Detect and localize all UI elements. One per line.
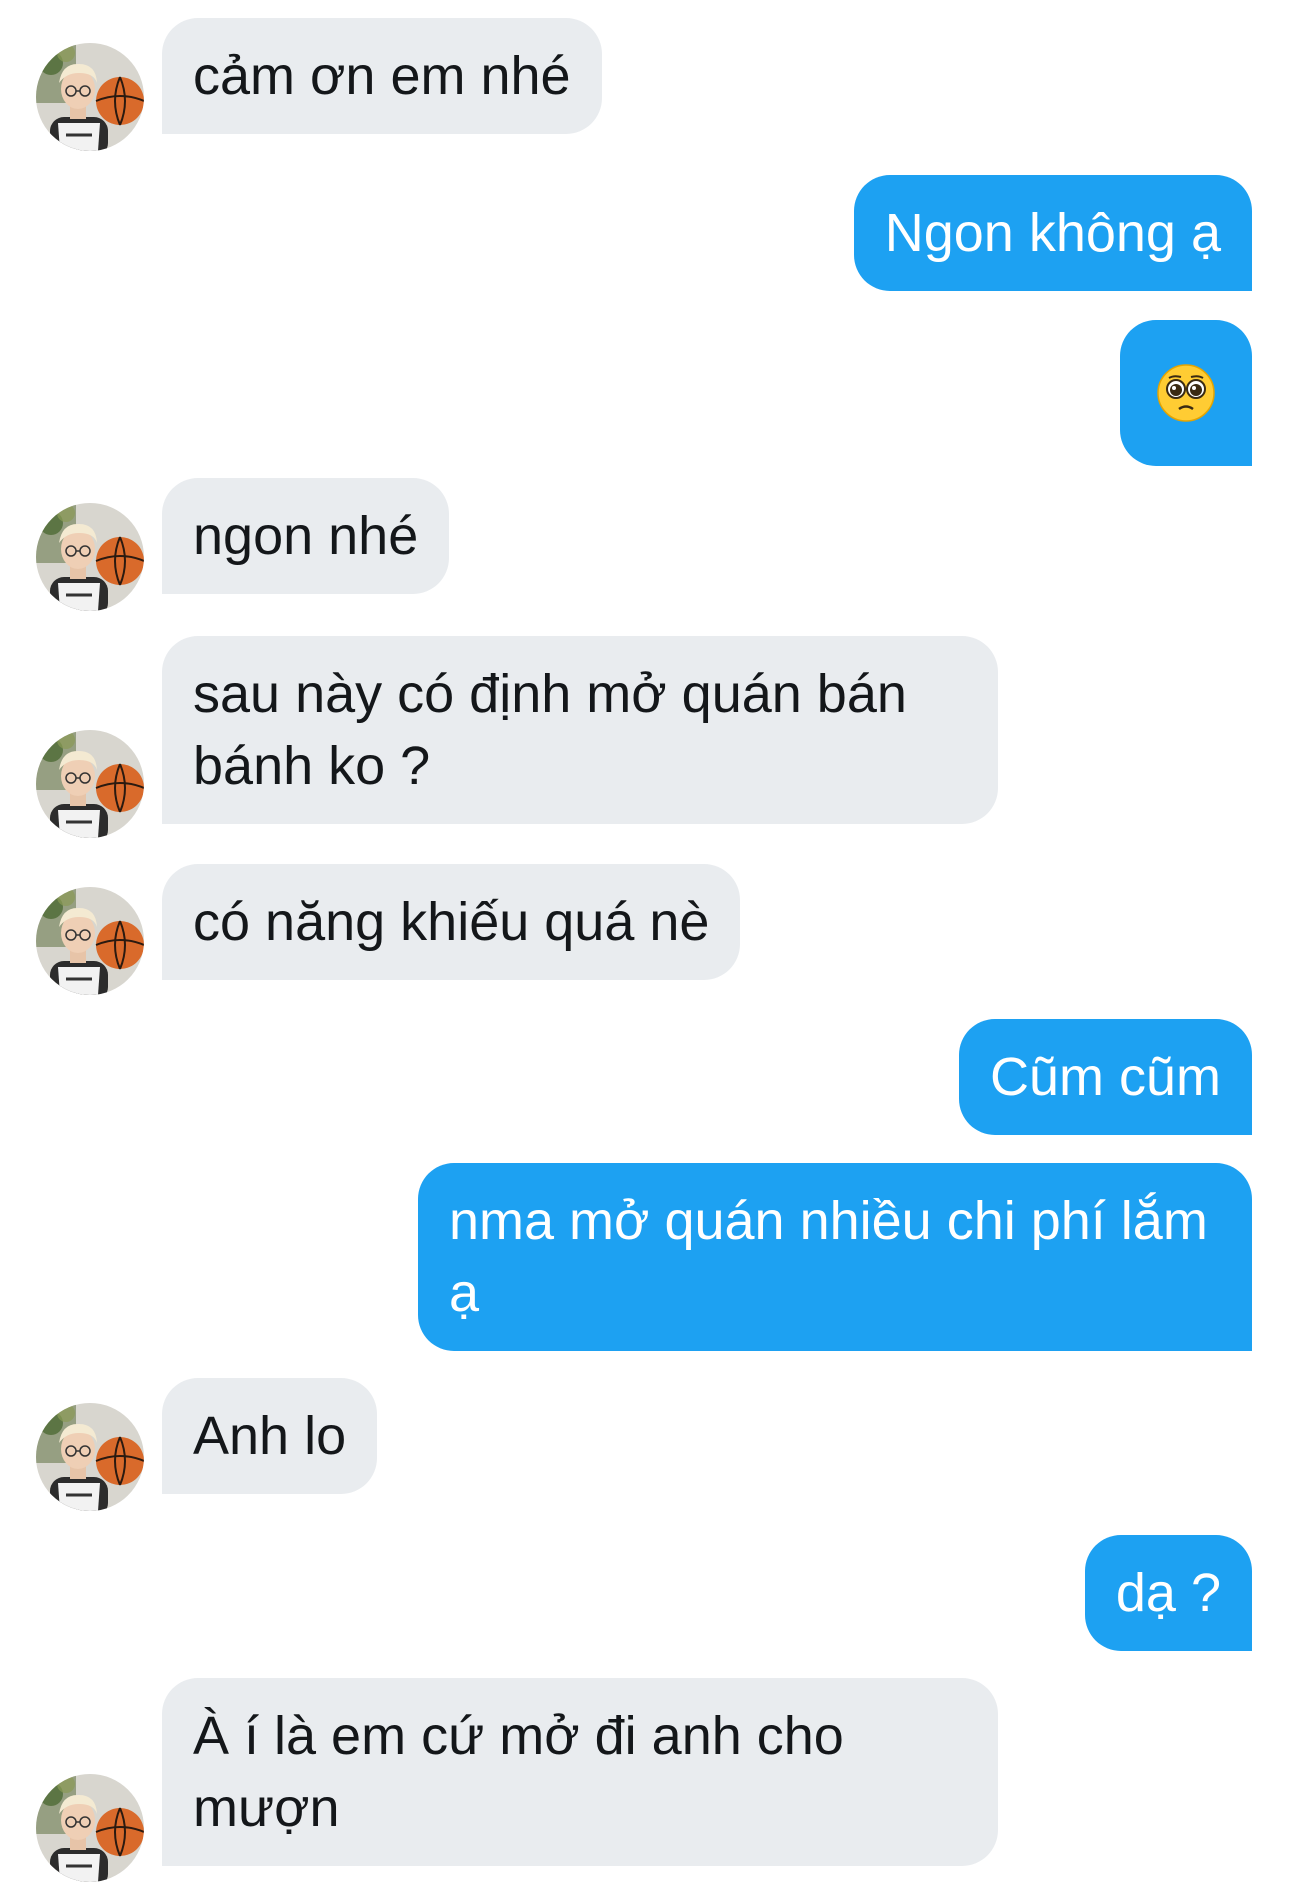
message-text: Ngon không ạ — [884, 203, 1221, 263]
sent-message[interactable]: nma mở quán nhiều chi phí lắm ạ — [418, 1163, 1252, 1351]
received-message[interactable]: sau này có định mở quán bán bánh ko ? — [162, 636, 998, 824]
avatar[interactable] — [36, 1403, 144, 1511]
received-message[interactable]: có năng khiếu quá nè — [162, 864, 741, 980]
received-message[interactable]: Anh lo — [162, 1378, 378, 1494]
message-text: À í là em cứ mở đi anh cho mượn — [193, 1706, 844, 1838]
avatar-image — [36, 503, 144, 611]
message-text: Cũm cũm — [989, 1047, 1221, 1107]
avatar-image — [36, 887, 144, 995]
message-text: ngon nhé — [193, 506, 419, 566]
message-text: nma mở quán nhiều chi phí lắm ạ — [449, 1191, 1208, 1323]
message-text: Anh lo — [193, 1406, 347, 1466]
sent-message[interactable] — [1120, 320, 1252, 466]
sent-message[interactable]: dạ ? — [1084, 1535, 1252, 1651]
avatar[interactable] — [36, 730, 144, 838]
avatar-image — [36, 1403, 144, 1511]
received-message[interactable]: ngon nhé — [162, 478, 450, 594]
received-message[interactable]: À í là em cứ mở đi anh cho mượn — [162, 1678, 998, 1866]
message-text: sau này có định mở quán bán bánh ko ? — [193, 664, 907, 796]
avatar-image — [36, 1774, 144, 1882]
message-text: cảm ơn em nhé — [193, 46, 571, 106]
sent-message[interactable]: Ngon không ạ — [853, 175, 1252, 291]
avatar[interactable] — [36, 43, 144, 151]
avatar-image — [36, 43, 144, 151]
avatar[interactable] — [36, 503, 144, 611]
message-text: có năng khiếu quá nè — [193, 892, 710, 952]
sent-message[interactable]: Cũm cũm — [958, 1019, 1252, 1135]
received-message[interactable]: cảm ơn em nhé — [162, 18, 602, 134]
message-text: dạ ? — [1115, 1563, 1221, 1623]
avatar-image — [36, 730, 144, 838]
pleading-face-emoji — [1157, 364, 1215, 422]
avatar[interactable] — [36, 1774, 144, 1882]
avatar[interactable] — [36, 887, 144, 995]
